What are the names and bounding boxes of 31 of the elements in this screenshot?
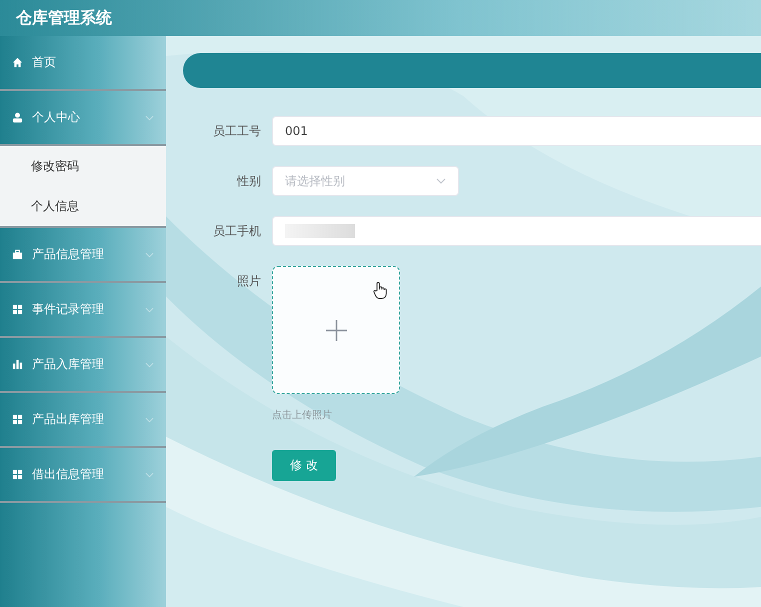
field-label: 性别 — [236, 173, 261, 190]
grid-icon — [12, 304, 23, 315]
chevron-icon — [436, 178, 446, 184]
field-label: 员工工号 — [212, 123, 261, 140]
menu-label: 个人中心 — [32, 109, 81, 126]
grid-icon — [12, 414, 23, 425]
home-icon — [12, 57, 23, 68]
input-field[interactable] — [272, 216, 761, 246]
field-label: 员工手机 — [212, 223, 261, 240]
upload-box[interactable] — [272, 266, 400, 394]
menu-label: 产品出库管理 — [32, 411, 105, 428]
menu-label: 产品信息管理 — [32, 246, 105, 263]
select-field[interactable]: 请选择性别 — [272, 166, 459, 196]
field-label: 照片 — [236, 273, 261, 290]
menu-label: 产品入库管理 — [32, 356, 105, 373]
user-icon — [12, 112, 23, 123]
hand-cursor-icon — [373, 281, 387, 300]
save-button[interactable]: 修 改 — [272, 450, 336, 481]
menu-label: 借出信息管理 — [32, 466, 105, 483]
submenu-item[interactable]: 个人信息 — [0, 186, 166, 226]
upload-hint: 点击上传照片 — [272, 408, 333, 422]
menu-label: 事件记录管理 — [32, 301, 105, 318]
menu-label: 首页 — [32, 54, 57, 71]
redaction-mark — [285, 224, 355, 238]
grid-icon — [12, 469, 23, 480]
input-field[interactable]: 001 — [272, 116, 761, 146]
briefcase-icon — [12, 249, 23, 260]
plus-icon — [326, 320, 346, 340]
bar-chart-icon — [12, 359, 23, 370]
submenu-item[interactable]: 修改密码 — [0, 146, 166, 186]
app-title: 仓库管理系统 — [16, 8, 112, 28]
